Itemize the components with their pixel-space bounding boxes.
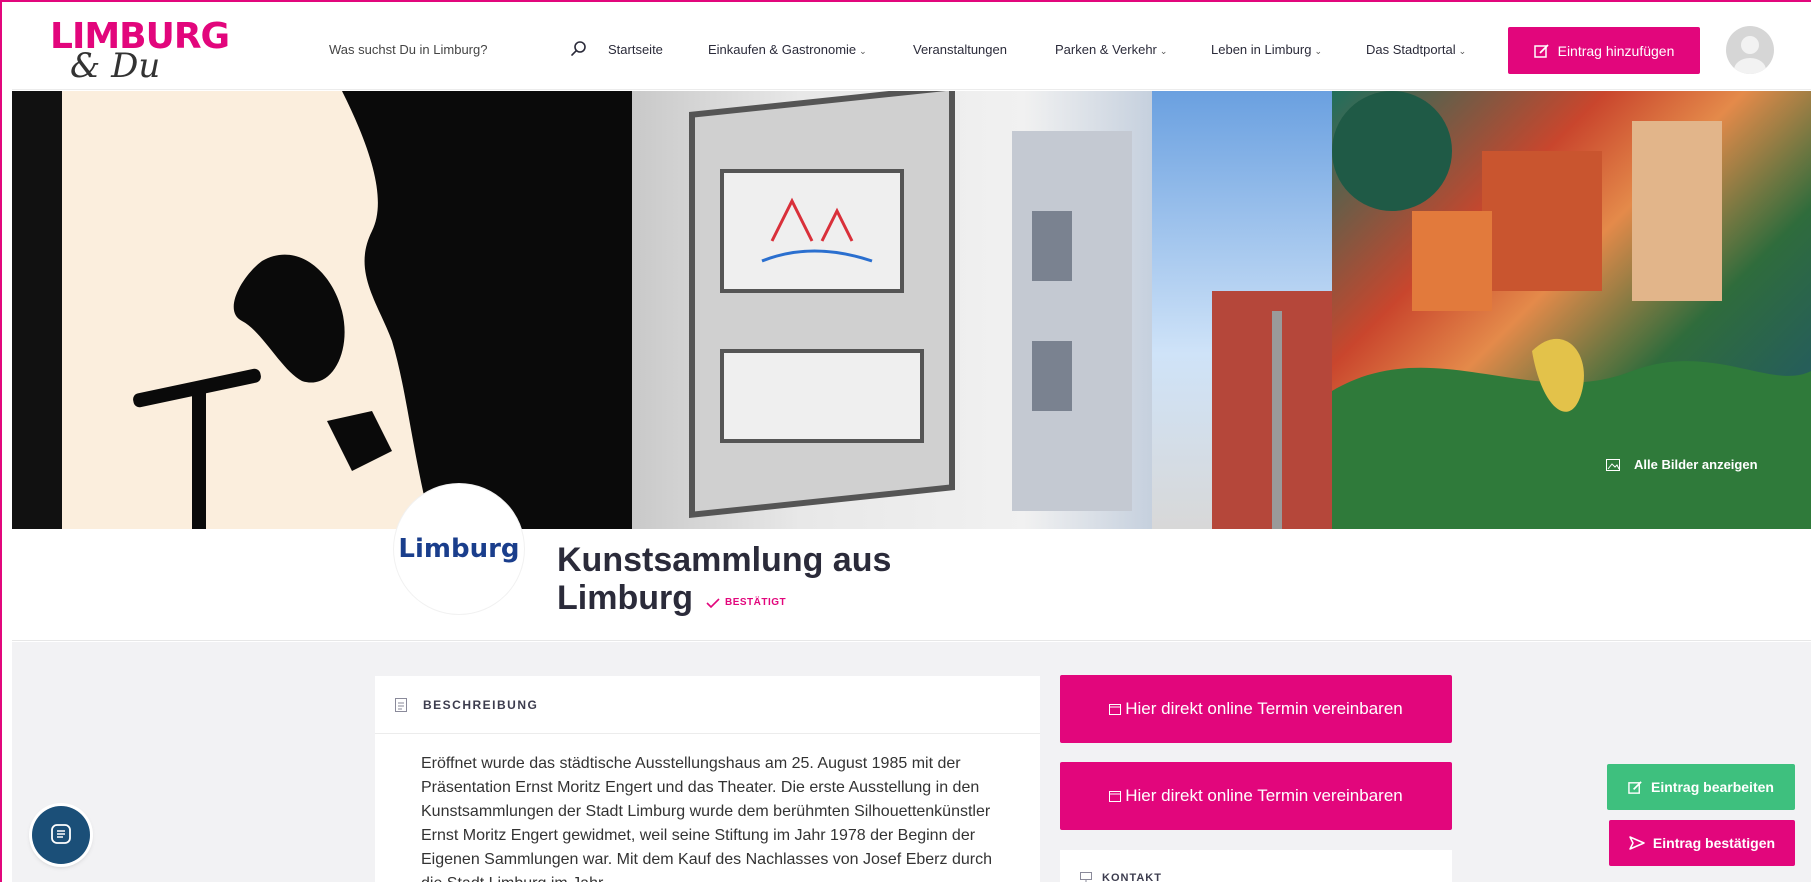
appointment-button-1[interactable]: Hier direkt online Termin vereinbaren (1060, 675, 1452, 743)
description-card: BESCHREIBUNG Eröffnet wurde das städtisc… (375, 676, 1040, 882)
appointment-label: Hier direkt online Termin vereinbaren (1125, 699, 1403, 718)
contact-icon (1080, 872, 1092, 882)
chevron-down-icon: ⌄ (1314, 46, 1323, 56)
calendar-icon (1109, 791, 1122, 802)
user-icon (1734, 36, 1766, 74)
edit-icon (1533, 43, 1549, 58)
hero-panel-silhouette (12, 91, 672, 529)
nav-label: Leben in Limburg (1211, 42, 1312, 57)
nav-veranstaltungen[interactable]: Veranstaltungen (913, 42, 1007, 57)
chat-widget-button[interactable] (32, 806, 90, 864)
image-icon (1606, 458, 1620, 471)
listing-logo-text: Limburg (398, 534, 520, 564)
chevron-down-icon: ⌄ (859, 46, 867, 56)
hero-panel-sign (632, 91, 1192, 529)
confirm-entry-label: Eintrag bestätigen (1652, 835, 1776, 851)
nav-leben-in-limburg[interactable]: Leben in Limburg ⌄ (1211, 42, 1322, 57)
search-input[interactable]: Was suchst Du in Limburg? (329, 42, 487, 57)
confirm-entry-button[interactable]: Eintrag bestätigen (1609, 820, 1795, 866)
chevron-down-icon: ⌄ (1458, 46, 1467, 56)
nav-label: Einkaufen & Gastronomie (708, 42, 857, 57)
document-icon (395, 697, 407, 712)
edit-icon (1628, 780, 1642, 794)
hero-banner[interactable] (12, 91, 1811, 529)
silhouette-image (12, 91, 672, 529)
search-icon[interactable] (570, 40, 588, 58)
all-images-link[interactable]: Alle Bilder anzeigen (1606, 457, 1758, 472)
verified-label: BESTÄTIGT (725, 597, 787, 608)
description-text: Eröffnet wurde das städtische Ausstellun… (421, 755, 992, 882)
contact-card: KONTAKT (1060, 850, 1452, 882)
site-header: LIMBURG & Du Was suchst Du in Limburg? S… (12, 2, 1811, 90)
verified-badge: BESTÄTIGT (706, 597, 786, 608)
hero-panel-sky (1152, 91, 1352, 529)
send-icon (1629, 836, 1645, 850)
avatar[interactable] (1726, 26, 1774, 74)
nav-das-stadtportal[interactable]: Das Stadtportal ⌄ (1366, 42, 1466, 57)
all-images-label: Alle Bilder anzeigen (1634, 457, 1758, 472)
check-icon (706, 597, 720, 608)
building-image (1212, 291, 1352, 529)
calendar-icon (1109, 704, 1122, 715)
chevron-down-icon: ⌄ (1159, 46, 1168, 56)
nav-label: Parken & Verkehr (1055, 42, 1157, 57)
appointment-button-2[interactable]: Hier direkt online Termin vereinbaren (1060, 762, 1452, 830)
edit-entry-button[interactable]: Eintrag bearbeiten (1607, 764, 1795, 810)
listing-logo: Limburg (394, 484, 524, 614)
nav-label: Das Stadtportal (1366, 42, 1456, 57)
add-entry-label: Eintrag hinzufügen (1557, 42, 1675, 59)
nav-label: Startseite (608, 42, 663, 57)
sign-image (689, 91, 1132, 519)
nav-parken-verkehr[interactable]: Parken & Verkehr ⌄ (1055, 42, 1167, 57)
nav-startseite[interactable]: Startseite (608, 42, 663, 57)
contact-heading: KONTAKT (1102, 872, 1162, 882)
nav-label: Veranstaltungen (913, 42, 1007, 57)
nav-einkaufen-gastronomie[interactable]: Einkaufen & Gastronomie ⌄ (708, 42, 867, 57)
description-header: BESCHREIBUNG (375, 676, 1040, 734)
description-heading: BESCHREIBUNG (423, 697, 539, 712)
appointment-label: Hier direkt online Termin vereinbaren (1125, 786, 1403, 805)
logo-line-2: & Du (70, 46, 161, 86)
edit-entry-label: Eintrag bearbeiten (1651, 779, 1774, 795)
add-entry-button[interactable]: Eintrag hinzufügen (1508, 27, 1700, 74)
site-logo[interactable]: LIMBURG & Du (50, 16, 230, 86)
chat-icon (51, 824, 71, 844)
